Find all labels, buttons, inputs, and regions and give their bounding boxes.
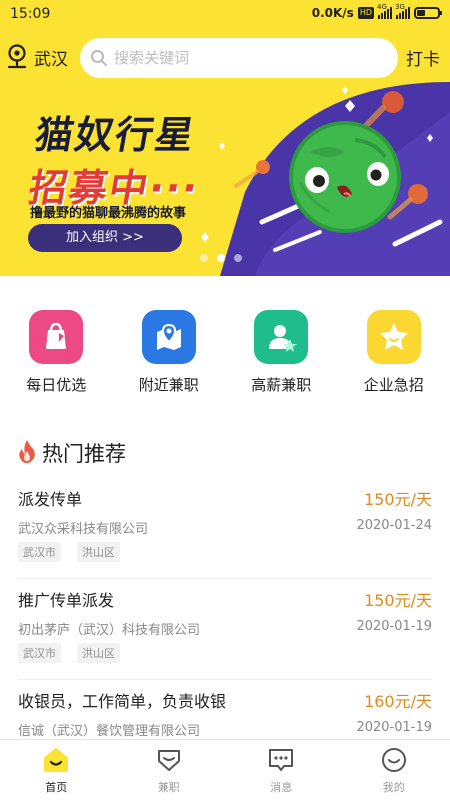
profile-smile-icon: [380, 746, 408, 774]
search-bar[interactable]: [80, 38, 398, 78]
location-pin-icon: [6, 43, 28, 71]
pagination-dot[interactable]: [200, 254, 208, 262]
job-pay: 150元/天: [364, 490, 432, 509]
map-location-icon: [141, 310, 196, 364]
tab-messages[interactable]: 消息: [225, 740, 338, 800]
banner-pagination: [200, 254, 242, 262]
tab-label: 消息: [270, 781, 293, 794]
user-star-icon: [254, 310, 309, 364]
location-selector[interactable]: 武汉: [6, 42, 68, 72]
tab-label: 首页: [45, 781, 68, 794]
section-title: 热门推荐: [42, 442, 126, 466]
job-tag: 武汉市: [18, 643, 61, 663]
search-input[interactable]: [114, 49, 374, 67]
entry-label: 每日优选: [26, 376, 87, 394]
job-date: 2020-01-19: [356, 720, 432, 735]
search-icon: [90, 49, 108, 67]
job-title: 推广传单派发: [18, 591, 115, 610]
entry-label: 高薪兼职: [251, 376, 312, 394]
star-face-icon: [366, 310, 421, 364]
section-header: 热门推荐: [18, 438, 126, 468]
job-company: 信诚（武汉）餐饮管理有限公司: [18, 724, 201, 739]
status-time: 15:09: [10, 6, 51, 22]
signal-3g-icon: 3G: [395, 3, 410, 19]
job-title: 派发传单: [18, 490, 83, 509]
job-tags: 武汉市 洪山区: [18, 643, 120, 663]
signal-4g-icon: 4G: [377, 3, 392, 19]
quick-entries: 每日优选 附近兼职 高薪兼职 企业急招: [0, 310, 450, 405]
tab-home[interactable]: 首页: [0, 740, 113, 800]
job-tag: 洪山区: [77, 643, 120, 663]
job-tags: 武汉市 洪山区: [18, 542, 120, 562]
pagination-dot-active[interactable]: [217, 254, 225, 262]
job-card[interactable]: 派发传单 150元/天 武汉众采科技有限公司 2020-01-24 武汉市 洪山…: [18, 478, 432, 579]
entry-high-pay-jobs[interactable]: 高薪兼职: [225, 310, 338, 405]
network-4g-label: 4G: [377, 3, 387, 11]
tab-jobs[interactable]: 兼职: [113, 740, 226, 800]
network-speed: 0.0K/s: [311, 6, 354, 20]
job-tag: 洪山区: [77, 542, 120, 562]
battery-icon: [414, 7, 442, 19]
tab-label: 兼职: [157, 781, 180, 794]
hd-badge: HD: [357, 7, 374, 19]
status-indicators: 0.0K/s HD 4G 3G: [311, 3, 442, 20]
entry-nearby-jobs[interactable]: 附近兼职: [113, 310, 226, 405]
job-company: 初出茅庐（武汉）科技有限公司: [18, 623, 201, 638]
job-pay: 150元/天: [364, 591, 432, 610]
entry-daily-picks[interactable]: 每日优选: [0, 310, 113, 405]
network-3g-label: 3G: [395, 3, 405, 11]
entry-label: 企业急招: [363, 376, 424, 394]
join-button[interactable]: 加入组织 >>: [28, 224, 182, 252]
pagination-dot[interactable]: [234, 254, 242, 262]
job-title: 收银员，工作简单，负责收银: [18, 692, 227, 711]
top-header: 15:09 0.0K/s HD 4G 3G 武汉 搜索关键词 打卡: [0, 0, 450, 82]
banner-tagline: 撸最野的猫聊最沸腾的故事: [30, 206, 187, 221]
shopping-bag-icon: [29, 310, 84, 364]
badge-icon: [155, 746, 183, 774]
tab-label: 我的: [382, 781, 405, 794]
job-company: 武汉众采科技有限公司: [18, 522, 149, 537]
flame-icon: [18, 439, 36, 467]
status-bar: 15:09 0.0K/s HD 4G 3G: [0, 0, 450, 30]
promo-banner[interactable]: 猫奴行星 招募中··· 撸最野的猫聊最沸腾的故事 加入组织 >>: [0, 82, 450, 276]
job-card[interactable]: 推广传单派发 150元/天 初出茅庐（武汉）科技有限公司 2020-01-19 …: [18, 579, 432, 680]
home-smile-icon: [42, 746, 70, 774]
job-date: 2020-01-24: [356, 518, 432, 533]
tab-profile[interactable]: 我的: [338, 740, 450, 800]
job-pay: 160元/天: [364, 692, 432, 711]
bottom-tab-bar: 首页 兼职 消息 我的: [0, 739, 450, 800]
location-label: 武汉: [34, 49, 68, 70]
entry-urgent-hiring[interactable]: 企业急招: [338, 310, 450, 405]
clockin-button[interactable]: 打卡: [406, 45, 440, 70]
job-date: 2020-01-19: [356, 619, 432, 634]
message-icon: [267, 746, 295, 774]
banner-title: 猫奴行星: [31, 113, 200, 157]
job-list: 派发传单 150元/天 武汉众采科技有限公司 2020-01-24 武汉市 洪山…: [0, 478, 450, 781]
job-tag: 武汉市: [18, 542, 61, 562]
entry-label: 附近兼职: [138, 376, 199, 394]
